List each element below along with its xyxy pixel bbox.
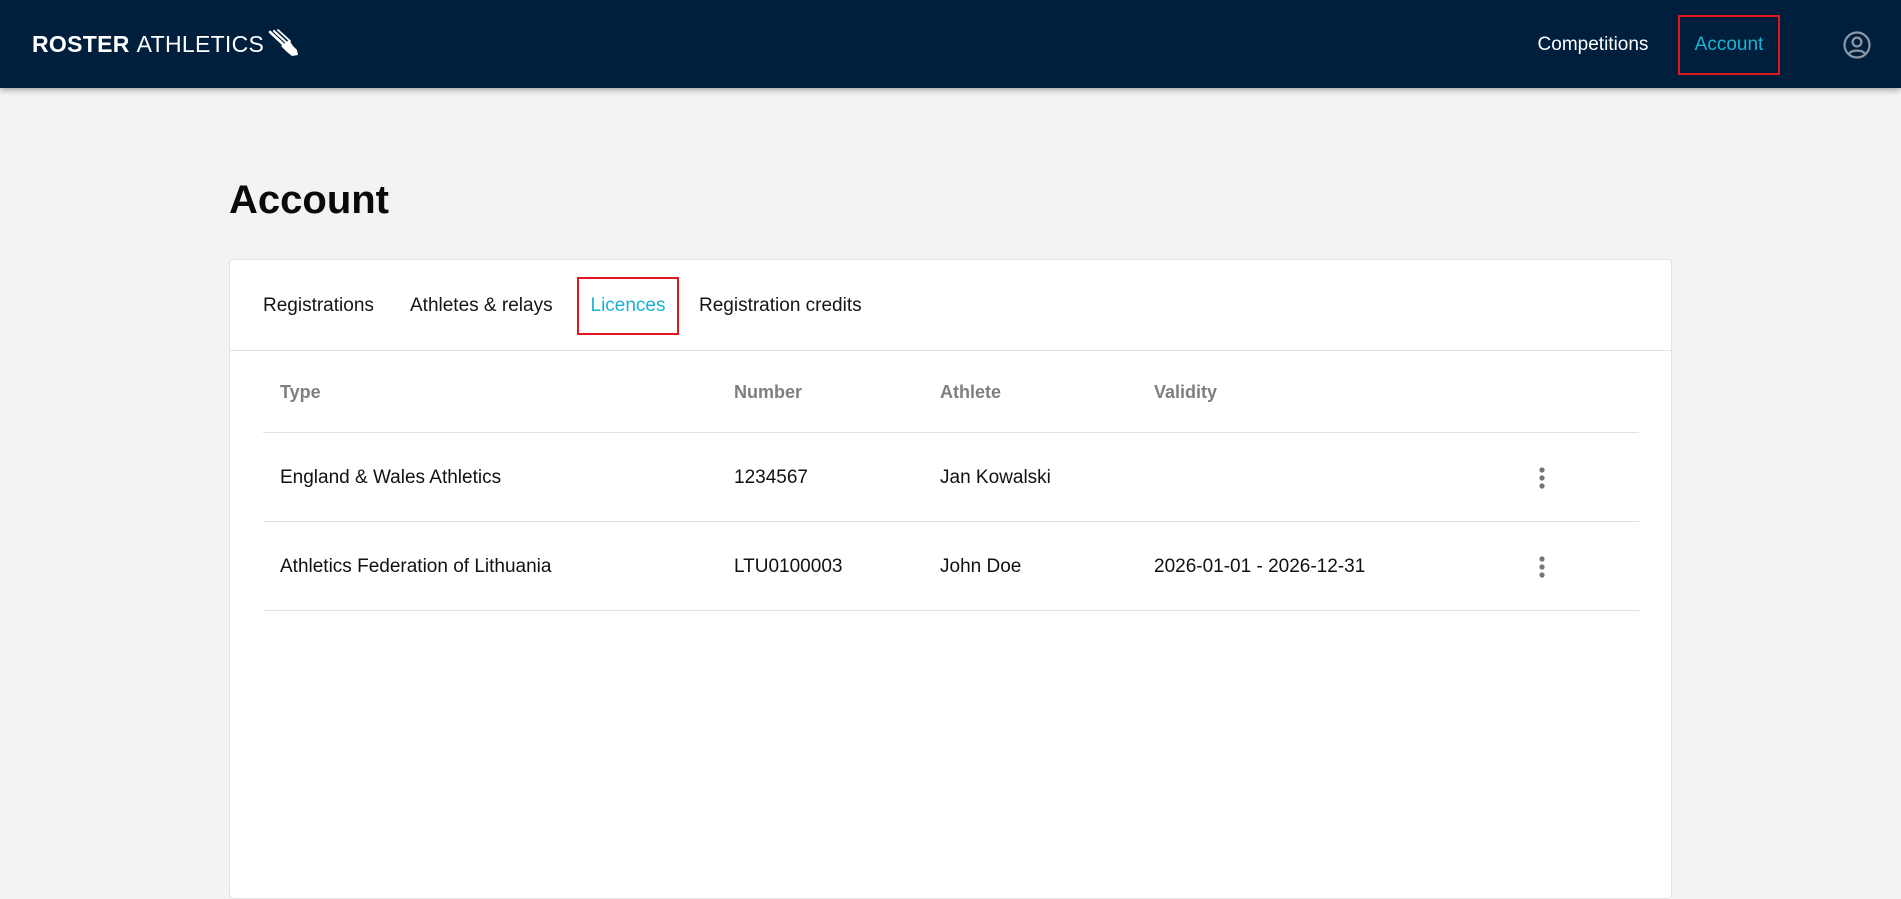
column-header-validity: Validity [1154, 381, 1218, 402]
tab-athletes-relays[interactable]: Athletes & relays [410, 277, 558, 335]
winged-shoe-icon [268, 29, 300, 59]
cell-validity: 2026-01-01 - 2026-12-31 [1154, 555, 1366, 577]
account-card: Registrations Athletes & relays Licences… [229, 259, 1672, 899]
table-header-row: Type Number Athlete Validity [263, 351, 1639, 433]
column-header-type: Type [280, 381, 321, 402]
more-vertical-icon[interactable] [1529, 433, 1555, 522]
cell-athlete: John Doe [940, 555, 1022, 577]
more-vertical-icon[interactable] [1529, 522, 1555, 611]
table-row: Athletics Federation of Lithuania LTU010… [263, 522, 1639, 611]
cell-athlete: Jan Kowalski [940, 466, 1051, 488]
nav-account-link[interactable]: Account [1678, 15, 1780, 75]
table-row: England & Wales Athletics 1234567 Jan Ko… [263, 433, 1639, 522]
tab-registration-credits[interactable]: Registration credits [699, 277, 879, 335]
cell-type: England & Wales Athletics [280, 466, 502, 488]
licences-table: Type Number Athlete Validity England & W… [263, 351, 1639, 611]
page-title: Account [229, 178, 389, 222]
cell-number: 1234567 [734, 466, 808, 488]
tab-registrations[interactable]: Registrations [263, 277, 378, 335]
account-tabs: Registrations Athletes & relays Licences… [230, 260, 1671, 351]
column-header-athlete: Athlete [940, 381, 1002, 402]
cell-type: Athletics Federation of Lithuania [280, 555, 552, 577]
brand-name-bold: ROSTER [32, 30, 130, 57]
brand-logo[interactable]: ROSTER ATHLETICS [32, 26, 300, 62]
nav-competitions-link[interactable]: Competitions [1528, 15, 1658, 75]
user-circle-icon[interactable] [1841, 29, 1873, 61]
cell-number: LTU0100003 [734, 555, 843, 577]
top-navigation-bar: ROSTER ATHLETICS Competitions Account [0, 0, 1901, 88]
column-header-number: Number [734, 381, 803, 402]
tab-licences[interactable]: Licences [577, 277, 679, 335]
brand-name-light: ATHLETICS [136, 30, 265, 57]
